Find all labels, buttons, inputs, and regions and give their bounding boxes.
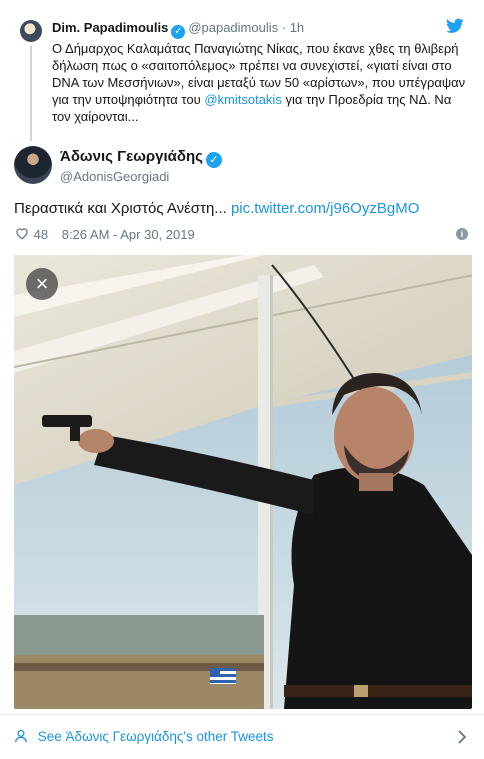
verified-icon: ✓	[205, 152, 222, 168]
quoted-avatar[interactable]	[20, 20, 42, 42]
quoted-text-segment: για την υποψηφιότητα του	[52, 92, 205, 107]
quoted-tweet[interactable]: Dim. Papadimoulis ✓ @papadimoulis · 1h Ο Δ…	[12, 14, 472, 142]
quoted-text-segment: για την Προεδρία της ΝΔ. Να	[281, 92, 452, 107]
pic-link[interactable]: pic.twitter.com/j96OyzBgMO	[231, 200, 419, 217]
author-name-row[interactable]: Άδωνις Γεωργιάδης ✓	[60, 148, 225, 168]
photo-illustration	[14, 255, 472, 709]
author-handle[interactable]: @AdonisGeorgiadi	[60, 169, 169, 184]
tweet-timestamp[interactable]: 8:26 AM - Apr 30, 2019	[62, 227, 195, 242]
close-icon[interactable]: ×	[26, 268, 58, 300]
quoted-text-line: δήλωση πως ο «σαιτοπόλεμος» πρέπει να συ…	[52, 58, 452, 73]
info-icon[interactable]: i	[456, 228, 468, 240]
quoted-text-line: τον χαίρονται...	[52, 109, 139, 124]
heart-icon[interactable]	[14, 226, 30, 240]
author-name[interactable]: Άδωνις Γεωργιάδης	[60, 148, 203, 165]
quoted-text-line: DNA των Μεσσήνιων», είναι μεταξύ των 50 …	[52, 75, 466, 90]
verified-icon: ✓	[171, 25, 186, 39]
quoted-text: Ο Δήμαρχος Καλαμάτας Παναγιώτης Νίκας, π…	[52, 40, 467, 125]
thread-line	[30, 46, 32, 141]
quoted-header: Dim. Papadimoulis ✓ @papadimoulis · 1h	[52, 20, 304, 39]
see-other-tweets-label[interactable]: See Άδωνις Γεωργιάδης's other Tweets	[38, 729, 274, 744]
tweet-photo[interactable]	[14, 255, 472, 709]
see-other-tweets-link[interactable]: See Άδωνις Γεωργιάδης's other Tweets	[14, 729, 470, 751]
twitter-bird-icon[interactable]	[446, 18, 464, 34]
footer-divider	[0, 714, 484, 715]
person-icon	[15, 729, 27, 743]
tweet-meta: 48 8:26 AM - Apr 30, 2019 i	[14, 226, 470, 244]
quoted-name[interactable]: Dim. Papadimoulis	[52, 20, 168, 35]
like-count[interactable]: 48	[34, 227, 48, 242]
tweet-text-body: Περαστικά και Χριστός Ανέστη...	[14, 200, 231, 217]
quoted-time[interactable]: · 1h	[282, 20, 304, 35]
chevron-right-icon[interactable]	[456, 729, 468, 745]
quoted-text-line: Ο Δήμαρχος Καλαμάτας Παναγιώτης Νίκας, π…	[52, 41, 459, 56]
mention-link[interactable]: @kmitsotakis	[204, 92, 282, 107]
quoted-text-line: για την υποψηφιότητα του @kmitsotakis γι…	[52, 91, 467, 108]
author-avatar[interactable]	[14, 146, 52, 184]
tweet-text: Περαστικά και Χριστός Ανέστη... pic.twit…	[14, 200, 419, 217]
quoted-handle[interactable]: @papadimoulis	[188, 20, 278, 35]
